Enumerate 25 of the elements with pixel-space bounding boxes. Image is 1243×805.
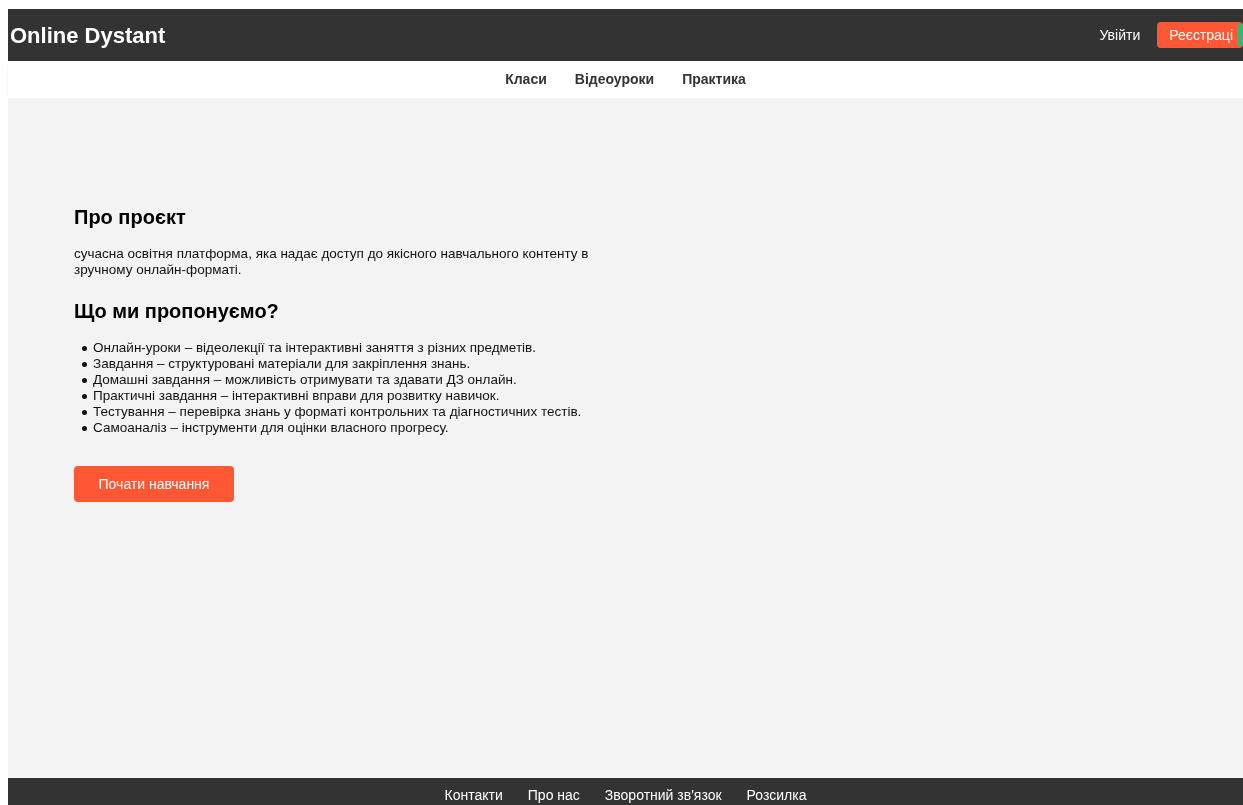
about-paragraph: сучасна освітня платформа, яка надає доступ до якісного навчального контенту в зручному онлайн-форматі. xyxy=(74,246,590,278)
nav-link[interactable]: Відеоуроки xyxy=(574,69,655,90)
bullet-icon xyxy=(82,378,87,383)
bullet-icon xyxy=(82,394,87,399)
feature-item: Самоаналіз – інструменти для оцінки власного прогресу. xyxy=(93,420,449,436)
login-link[interactable]: Увійти xyxy=(1099,24,1141,46)
nav-link[interactable]: Класи xyxy=(505,69,547,90)
site-logo[interactable]: Online Dystant xyxy=(10,18,166,52)
bullet-icon xyxy=(82,410,87,415)
nav-link[interactable]: Практика xyxy=(682,69,746,90)
feature-item: Завдання – структуровані матеріали для закріплення знань. xyxy=(93,356,471,372)
feature-item: Практичні завдання – інтерактивні вправи для розвитку навичок. xyxy=(93,388,500,404)
badge-icon xyxy=(1237,24,1243,46)
footer-link[interactable]: Контакти xyxy=(444,787,503,804)
bullet-icon xyxy=(82,346,87,351)
section-heading: Про проєкт xyxy=(74,205,187,230)
feature-item: Тестування – перевірка знань у форматі контрольних та діагностичних тестів. xyxy=(93,404,582,420)
feature-item: Домашні завдання – можливість отримувати та здавати ДЗ онлайн. xyxy=(93,372,517,388)
footer-link[interactable]: Розсилка xyxy=(746,787,807,804)
feature-item: Онлайн-уроки – відеолекції та інтерактивні заняття з різних предметів. xyxy=(93,340,537,356)
bullet-icon xyxy=(82,426,87,431)
section-heading: Що ми пропонуємо? xyxy=(74,299,280,324)
footer-link[interactable]: Про нас xyxy=(527,787,580,804)
bullet-icon xyxy=(82,362,87,367)
footer-link[interactable]: Зворотний зв'язок xyxy=(604,787,722,804)
